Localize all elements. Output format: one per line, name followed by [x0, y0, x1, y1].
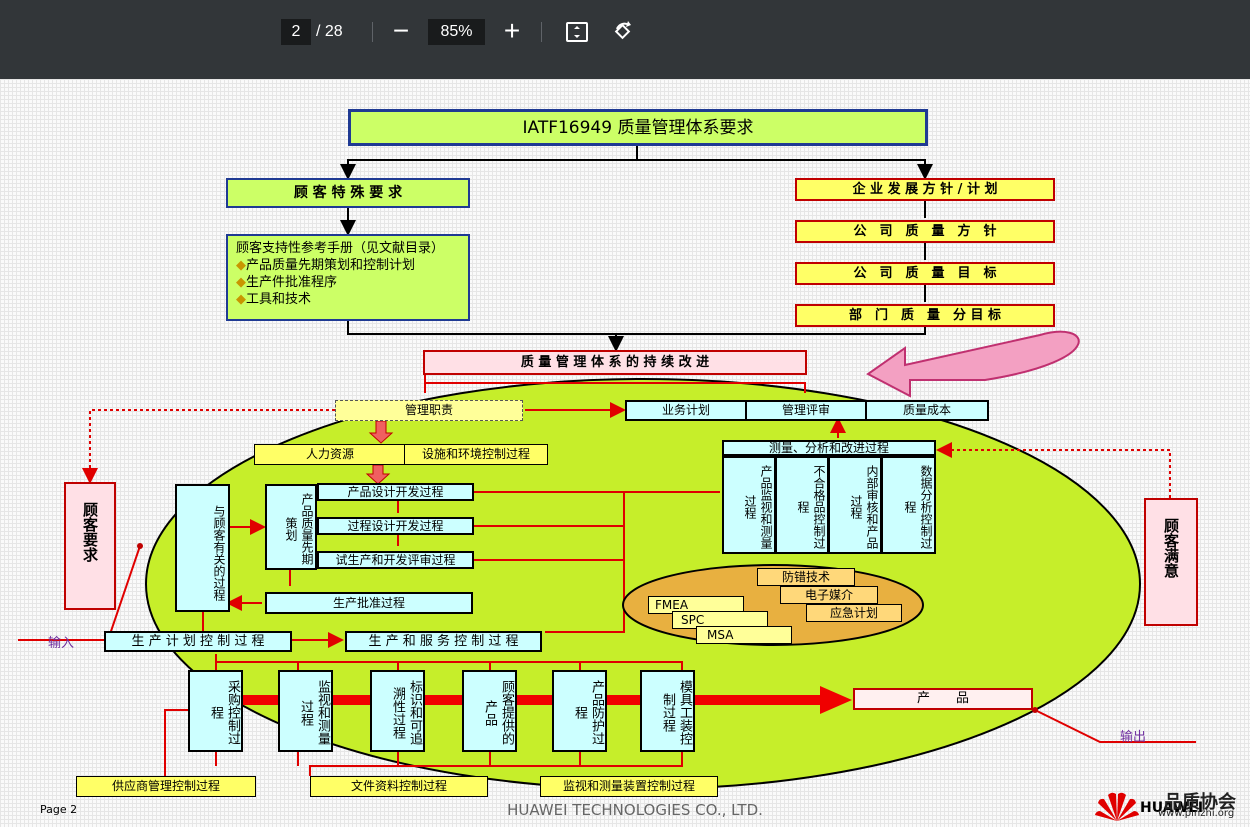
customer-requirements: 顾客要求 [64, 482, 116, 610]
product-design-development: 产品设计开发过程 [317, 483, 474, 501]
management-responsibility: 管理职责 [335, 400, 523, 421]
policy-quality-policy: 公 司 质 量 方 针 [795, 220, 1055, 243]
production-planning-control: 生 产 计 划 控 制 过 程 [104, 631, 292, 652]
footer-company: HUAWEI TECHNOLOGIES CO., LTD. [507, 801, 763, 819]
identification-traceability: 标识和可追溯性过程 [370, 670, 425, 752]
nonconforming-control: 不合格品控制过程 [775, 456, 829, 554]
measurement-analysis-improvement: 测量、分析和改进过程 [722, 440, 936, 456]
business-plan: 业务计划 [625, 400, 747, 421]
monitoring-measurement: 监视和测量过程 [278, 670, 333, 752]
watermark-url: www.pinzhi.org [1158, 808, 1235, 819]
data-analysis-control: 数据分析控制过程 [881, 456, 936, 554]
tool-msa: MSA [696, 626, 792, 644]
product-box: 产 品 [853, 688, 1033, 710]
manual-item: ◆产品质量先期策划和控制计划 [236, 258, 416, 273]
process-design-development: 过程设计开发过程 [317, 517, 474, 535]
customer-manual-box: 顾客支持性参考手册（见文献目录） ◆产品质量先期策划和控制计划 ◆生产件批准程序… [226, 234, 470, 321]
customer-specific-requirements: 顾 客 特 殊 要 求 [226, 178, 470, 208]
page-label: Page 2 [40, 803, 78, 816]
customer-manual-title: 顾客支持性参考手册（见文献目录） [236, 241, 445, 256]
customer-satisfaction: 顾客满意 [1144, 498, 1198, 626]
diagram-title: IATF16949 质量管理体系要求 [348, 109, 928, 146]
tool-contingency-plan: 应急计划 [806, 604, 902, 622]
quality-cost: 质量成本 [865, 400, 989, 421]
production-approval: 生产批准过程 [265, 592, 473, 614]
input-label: 输入 [48, 636, 75, 648]
human-resources: 人力资源 [254, 444, 406, 465]
policy-enterprise-plan: 企 业 发 展 方 针 / 计 划 [795, 178, 1055, 201]
supplier-management: 供应商管理控制过程 [76, 776, 256, 797]
customer-property: 顾客提供的产品 [462, 670, 517, 752]
purchasing-control: 采购控制过程 [188, 670, 243, 752]
facility-environment-control: 设施和环境控制过程 [404, 444, 548, 465]
tool-error-proofing: 防错技术 [757, 568, 855, 586]
customer-related-process: 与顾客有关的过程 [175, 484, 230, 612]
management-review: 管理评审 [745, 400, 867, 421]
product-preservation: 产品防护过程 [552, 670, 607, 752]
continuous-improvement: 质 量 管 理 体 系 的 持 续 改 进 [423, 350, 807, 375]
huawei-logo-icon [1095, 792, 1139, 821]
tooling-control: 模具工装控制过程 [640, 670, 695, 752]
document-control: 文件资料控制过程 [310, 776, 488, 797]
output-label: 输出 [1120, 730, 1147, 742]
manual-item: ◆生产件批准程序 [236, 275, 338, 290]
watermark-text: 品质协会 [1164, 792, 1236, 810]
product-monitoring: 产品监视和测量过程 [722, 456, 776, 554]
pdf-page: IATF16949 质量管理体系要求 顾 客 特 殊 要 求 顾客支持性参考手册… [0, 79, 1250, 827]
apqp: 产品质量先期策划 [265, 484, 317, 570]
measuring-device-control: 监视和测量装置控制过程 [540, 776, 718, 797]
production-service-control: 生 产 和 服 务 控 制 过 程 [345, 631, 542, 652]
internal-audit: 内部审核和产品过程 [828, 456, 882, 554]
policy-dept-objectives: 部 门 质 量 分 目 标 [795, 304, 1055, 327]
trial-production-review: 试生产和开发评审过程 [317, 551, 474, 569]
tool-electronic-media: 电子媒介 [780, 586, 878, 604]
policy-quality-objectives: 公 司 质 量 目 标 [795, 262, 1055, 285]
manual-item: ◆工具和技术 [236, 292, 312, 307]
